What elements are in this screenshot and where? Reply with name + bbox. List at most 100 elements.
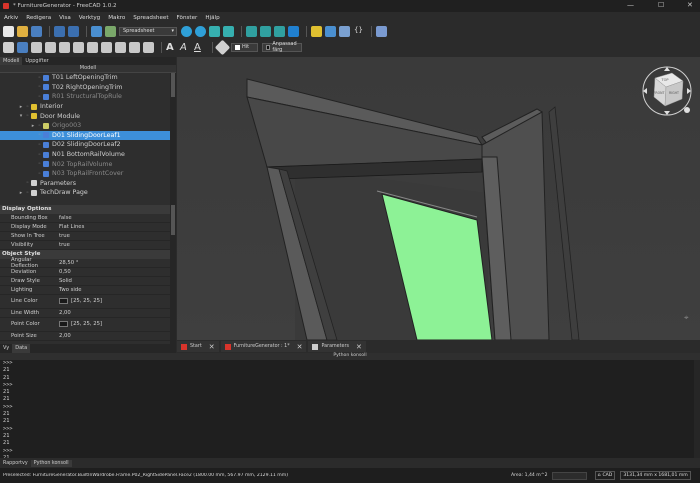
tree-item[interactable]: ◦ T02 RightOpeningTrim	[0, 83, 170, 93]
maximize-button[interactable]: ☐	[658, 1, 664, 9]
property-row[interactable]: Display Mode Flat Lines	[0, 223, 170, 232]
minimize-button[interactable]: —	[627, 1, 634, 9]
align-right-icon[interactable]	[115, 41, 126, 53]
property-row[interactable]: Point Color [25, 25, 25]	[0, 318, 170, 332]
link-make-icon[interactable]	[339, 25, 350, 37]
alias-tag-icon[interactable]	[214, 39, 231, 55]
italic-icon[interactable]: A	[180, 42, 191, 53]
visibility-eye-icon[interactable]: ◦	[24, 190, 31, 196]
tree-item[interactable]: ▸ ◦ Interior	[0, 102, 170, 112]
undo-icon[interactable]	[54, 25, 65, 37]
property-value[interactable]: 0,50	[59, 269, 170, 275]
console-scrollbar[interactable]	[694, 360, 700, 458]
tab-data[interactable]: Data	[12, 344, 31, 353]
property-row[interactable]: Draw Style Solid	[0, 277, 170, 286]
group-icon[interactable]	[311, 25, 322, 37]
property-value[interactable]: 2,00	[59, 310, 170, 316]
cell-color-selector[interactable]: Hit	[231, 42, 258, 52]
property-scrollbar[interactable]	[170, 205, 176, 344]
create-sheet-icon[interactable]	[17, 41, 28, 53]
menu-arkiv[interactable]: Arkiv	[4, 15, 18, 21]
property-value[interactable]: Solid	[59, 278, 170, 284]
view-cube-icon[interactable]	[209, 25, 220, 37]
underline-icon[interactable]: A	[194, 42, 205, 53]
color-swatch[interactable]	[59, 321, 68, 327]
merge-cells-icon[interactable]	[59, 41, 70, 53]
align-middle-icon[interactable]	[143, 41, 154, 53]
close-button[interactable]: ✕	[687, 1, 693, 9]
link-icon[interactable]	[274, 25, 285, 37]
navigation-cube[interactable]: TOP FRONT RIGHT	[637, 61, 697, 121]
document-tab[interactable]: FurnitureGenerator : 1* ✕	[220, 341, 307, 352]
tree-item[interactable]: ▾ ◦ Door Module	[0, 111, 170, 121]
property-value[interactable]: true	[59, 242, 170, 248]
export-icon[interactable]	[45, 41, 56, 53]
property-row[interactable]: Show In Tree true	[0, 232, 170, 241]
tree-item[interactable]: ◦ T01 LeftOpeningTrim	[0, 73, 170, 83]
document-tab[interactable]: Parameters ✕	[308, 341, 366, 352]
draw-style-icon[interactable]	[223, 25, 234, 37]
redo-icon[interactable]	[68, 25, 79, 37]
color-swatch[interactable]	[59, 298, 68, 304]
scrollbar-thumb[interactable]	[171, 205, 175, 235]
tree-item[interactable]: ▸ ◦ Origo003	[0, 121, 170, 131]
property-value[interactable]: [25, 25, 25]	[59, 298, 170, 304]
align-top-icon[interactable]	[129, 41, 140, 53]
property-value[interactable]: false	[59, 215, 170, 221]
save-icon[interactable]	[31, 25, 42, 37]
tab-model[interactable]: Modell	[0, 57, 23, 65]
close-tab-icon[interactable]: ✕	[209, 343, 215, 351]
std-view-icon[interactable]	[246, 25, 257, 37]
align-left-icon[interactable]	[87, 41, 98, 53]
menu-spreadsheet[interactable]: Spreadsheet	[133, 15, 168, 21]
tree-item[interactable]: ◦ R01 StructuralTopRule	[0, 92, 170, 102]
tree-item[interactable]: ◦ D01 SlidingDoorLeaf1	[0, 130, 170, 141]
property-row[interactable]: Angular Deflection 28,50 °	[0, 257, 170, 269]
property-row[interactable]: Point Size 2,00	[0, 332, 170, 341]
visibility-eye-icon[interactable]: ◦	[24, 113, 31, 119]
navcube-down-arrow-icon[interactable]	[664, 111, 670, 115]
open-folder-icon[interactable]	[17, 25, 28, 37]
navcube-right-arrow-icon[interactable]	[687, 88, 691, 94]
property-value[interactable]: Flat Lines	[59, 224, 170, 230]
tree-item[interactable]: ▸ ◦ TechDraw Page	[0, 188, 170, 198]
3d-viewport[interactable]: TOP FRONT RIGHT ⌖	[177, 57, 700, 340]
whats-this-icon[interactable]	[376, 25, 387, 37]
tab-tasks[interactable]: Uppgifter	[22, 57, 51, 65]
navcube-menu-icon[interactable]	[684, 107, 690, 113]
property-value[interactable]: Two side	[59, 287, 170, 293]
property-row[interactable]: Line Width 2,00	[0, 309, 170, 318]
tree-item[interactable]: ◦ N01 BottomRailVolume	[0, 150, 170, 160]
navcube-up-arrow-icon[interactable]	[664, 67, 670, 71]
property-value[interactable]: true	[59, 233, 170, 239]
navcube-left-arrow-icon[interactable]	[643, 88, 647, 94]
tree-item[interactable]: ◦ Parameters	[0, 179, 170, 189]
split-cell-icon[interactable]	[73, 41, 84, 53]
tab-python-console[interactable]: Python konsoll	[30, 459, 72, 467]
menu-hjalp[interactable]: Hjälp	[205, 15, 219, 21]
bold-icon[interactable]: A	[166, 42, 177, 53]
variable-set-icon[interactable]: {}	[353, 25, 364, 37]
menu-icon[interactable]	[3, 41, 14, 53]
tree-item[interactable]: ◦ N02 TopRailVolume	[0, 159, 170, 169]
property-row[interactable]: Bounding Box false	[0, 214, 170, 223]
new-document-icon[interactable]	[3, 25, 14, 37]
property-row[interactable]: Line Color [25, 25, 25]	[0, 295, 170, 309]
menu-verktyg[interactable]: Verktyg	[79, 15, 100, 21]
property-row[interactable]: Deviation 0,50	[0, 268, 170, 277]
visibility-eye-icon[interactable]: ◦	[36, 161, 43, 167]
visibility-eye-icon[interactable]: ◦	[36, 132, 43, 138]
close-tab-icon[interactable]: ✕	[297, 343, 303, 351]
visibility-eye-icon[interactable]: ◦	[36, 84, 43, 90]
property-value[interactable]: [25, 25, 25]	[59, 321, 170, 327]
property-value[interactable]: 28,50 °	[59, 260, 170, 266]
menu-makro[interactable]: Makro	[108, 15, 125, 21]
menu-visa[interactable]: Visa	[59, 15, 71, 21]
zoom-fit-icon[interactable]	[181, 25, 192, 37]
property-value[interactable]: 2,00	[59, 333, 170, 339]
close-tab-icon[interactable]: ✕	[356, 343, 362, 351]
custom-color-selector[interactable]: Anpassad färg	[262, 41, 302, 53]
folder-icon[interactable]	[325, 25, 336, 37]
scrollbar-thumb[interactable]	[171, 73, 175, 97]
align-center-icon[interactable]	[101, 41, 112, 53]
